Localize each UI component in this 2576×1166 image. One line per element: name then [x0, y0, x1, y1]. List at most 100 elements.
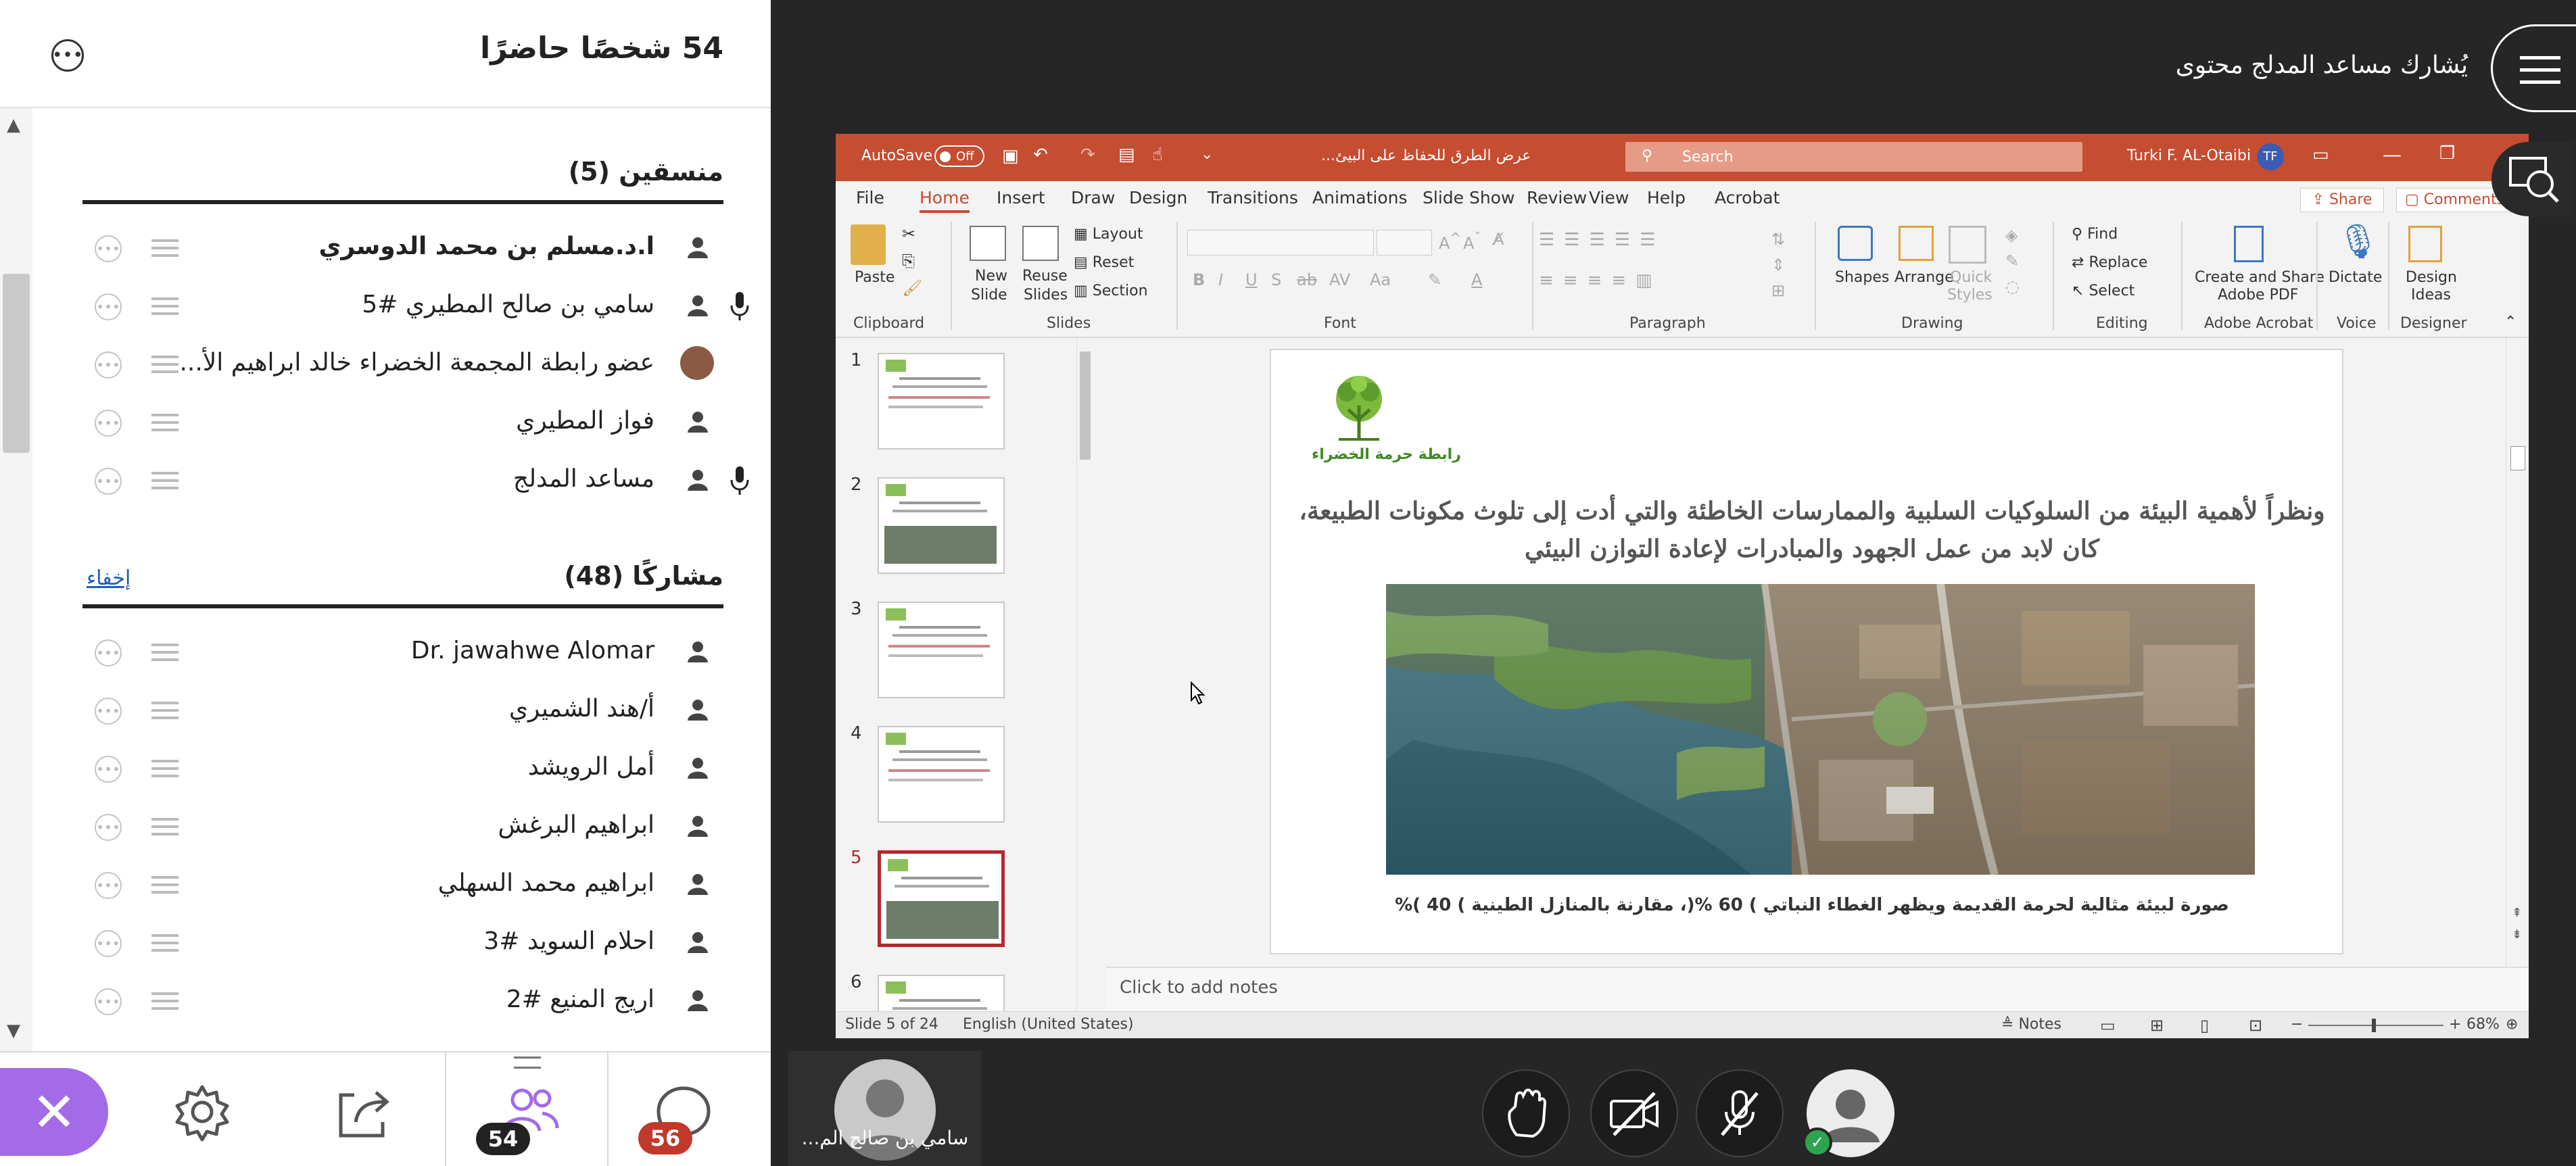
quick-styles-label-2[interactable]: Styles: [1947, 287, 1993, 303]
font-size-dropdown[interactable]: [1377, 230, 1432, 256]
attendee-options-icon[interactable]: •••: [95, 639, 122, 666]
attendee-menu-icon[interactable]: [151, 992, 178, 1010]
new-slide-label-2[interactable]: Slide: [971, 287, 1007, 303]
layout-button[interactable]: ▦ Layout: [1074, 226, 1143, 243]
panel-scrollbar[interactable]: [0, 108, 32, 1051]
strikethrough-icon[interactable]: ab: [1297, 270, 1317, 289]
redo-icon[interactable]: ↷: [1080, 145, 1095, 165]
scroll-down-arrow-icon[interactable]: ▼: [7, 1021, 20, 1041]
attendee-menu-icon[interactable]: [151, 702, 178, 719]
share-content-icon[interactable]: [334, 1082, 395, 1142]
attendee-menu-icon[interactable]: [151, 876, 178, 894]
touch-mode-icon[interactable]: ☝: [1152, 145, 1163, 165]
attendee-options-icon[interactable]: •••: [95, 235, 122, 262]
slideshow-view-icon[interactable]: ⊡: [2249, 1016, 2262, 1035]
text-direction-icon[interactable]: ⇅: [1771, 230, 1785, 249]
moderator-row[interactable]: ••• عضو رابطة المجمعة الخضراء خالد ابراهي…: [82, 337, 723, 391]
create-share-pdf-label[interactable]: Create and Share: [2195, 269, 2324, 286]
participant-row[interactable]: ••• أ/هند الشميري: [82, 683, 723, 737]
reuse-slides-icon[interactable]: [1022, 226, 1059, 261]
participant-row[interactable]: ••• Dr. jawahwe Alomar: [82, 625, 723, 679]
grow-font-icon[interactable]: A^: [1439, 230, 1461, 253]
attendee-options-icon[interactable]: •••: [95, 293, 122, 320]
undo-icon[interactable]: ↶: [1033, 145, 1048, 165]
slide-thumbnail[interactable]: [878, 477, 1005, 574]
shape-effects-icon[interactable]: ◌: [2005, 277, 2020, 296]
font-family-dropdown[interactable]: [1187, 230, 1374, 256]
present-icon[interactable]: ▤: [1118, 145, 1135, 165]
font-color-icon[interactable]: A: [1471, 270, 1482, 289]
autosave-toggle[interactable]: Off: [934, 145, 984, 167]
attendee-menu-icon[interactable]: [151, 414, 178, 431]
ribbon-tab-review[interactable]: Review: [1527, 188, 1587, 208]
design-ideas-label-2[interactable]: Ideas: [2411, 287, 2451, 303]
more-options-button[interactable]: •••: [51, 39, 84, 72]
ribbon-tab-file[interactable]: File: [856, 188, 884, 208]
char-spacing-icon[interactable]: AV: [1329, 270, 1350, 289]
attendee-menu-icon[interactable]: [151, 818, 178, 835]
zoom-in-icon[interactable]: +: [2449, 1016, 2461, 1033]
attendee-menu-icon[interactable]: [151, 239, 178, 257]
replace-button[interactable]: ⇄ Replace: [2072, 254, 2147, 271]
attendee-options-icon[interactable]: •••: [95, 872, 122, 899]
reset-button[interactable]: ▤ Reset: [1074, 254, 1134, 271]
find-button[interactable]: ⚲ Find: [2072, 226, 2118, 243]
user-avatar[interactable]: TF: [2257, 143, 2284, 170]
participant-row[interactable]: ••• اريج المنيع #2: [82, 973, 723, 1027]
participant-row[interactable]: ••• ابراهيم البرغش: [82, 799, 723, 853]
create-share-pdf-label-2[interactable]: Adobe PDF: [2218, 287, 2298, 303]
zoom-slider[interactable]: [2308, 1019, 2443, 1032]
copy-icon[interactable]: ⎘: [902, 251, 915, 270]
attendee-menu-icon[interactable]: [151, 356, 178, 373]
notes-placeholder[interactable]: Click to add notes: [1120, 977, 1278, 998]
reuse-slides-label[interactable]: Reuse: [1022, 268, 1068, 285]
attendee-menu-icon[interactable]: [151, 472, 178, 489]
moderator-row[interactable]: ••• ا.د.مسلم بن محمد الدوسري: [82, 220, 723, 274]
save-icon[interactable]: ▣: [1002, 146, 1019, 166]
ribbon-tab-design[interactable]: Design: [1129, 188, 1187, 208]
slide-scroll-thumb[interactable]: [2510, 446, 2525, 470]
moderator-row[interactable]: ••• سامي بن صالح المطيري #5: [82, 278, 749, 333]
participant-row[interactable]: ••• أمل الرويشد: [82, 741, 723, 795]
search-box[interactable]: ⚲ Search: [1625, 142, 2082, 172]
scroll-thumb[interactable]: [3, 274, 30, 453]
quick-styles-icon[interactable]: [1949, 226, 1986, 264]
reuse-slides-label-2[interactable]: Slides: [1024, 287, 1068, 303]
select-button[interactable]: ↖ Select: [2072, 283, 2134, 299]
hide-participants-link[interactable]: إخفاء: [87, 566, 130, 590]
thumbnails-scrollbar[interactable]: [1076, 338, 1093, 1011]
minimize-icon[interactable]: —: [2383, 143, 2402, 166]
bold-icon[interactable]: B: [1193, 270, 1205, 289]
dictate-microphone-icon[interactable]: 🎙: [2337, 222, 2379, 262]
alignment-icons[interactable]: ≡≡≡≡▥: [1539, 270, 1662, 291]
microphone-toggle-button[interactable]: [1696, 1069, 1784, 1157]
slide-thumbnail[interactable]: [878, 850, 1005, 947]
thumbnails-scroll-thumb[interactable]: [1080, 351, 1091, 460]
attendee-menu-icon[interactable]: [151, 643, 178, 661]
attendee-menu-icon[interactable]: [151, 297, 178, 315]
attendee-options-icon[interactable]: •••: [95, 930, 122, 957]
shape-fill-icon[interactable]: ◈: [2005, 226, 2018, 245]
clear-format-icon[interactable]: A̸: [1493, 230, 1504, 249]
paste-button[interactable]: Paste: [855, 269, 895, 286]
shapes-icon[interactable]: [1838, 226, 1873, 261]
magnifier-button[interactable]: [2491, 142, 2573, 216]
document-title[interactable]: عرض الطرق للحفاظ على البيئ...: [1321, 147, 1531, 164]
slide-thumbnail[interactable]: [878, 726, 1005, 823]
attendee-menu-icon[interactable]: [151, 934, 178, 952]
slide-sorter-icon[interactable]: ⊞: [2150, 1016, 2164, 1035]
ribbon-tab-view[interactable]: View: [1589, 188, 1629, 208]
attendee-options-icon[interactable]: •••: [95, 756, 122, 783]
current-slide[interactable]: رابطة حرمة الخضراء ونظراً لأهمية البيئة …: [1270, 349, 2343, 954]
slide-thumbnail[interactable]: [878, 602, 1005, 698]
language-status[interactable]: English (United States): [963, 1016, 1134, 1033]
section-button[interactable]: ▥ Section: [1074, 283, 1148, 299]
design-ideas-label[interactable]: Design: [2406, 269, 2457, 286]
close-panel-button[interactable]: ✕: [0, 1068, 108, 1156]
participant-video-tile[interactable]: سامي بن صالح الم...: [788, 1051, 981, 1166]
zoom-out-icon[interactable]: −: [2291, 1016, 2303, 1033]
create-pdf-icon[interactable]: [2234, 226, 2264, 262]
ribbon-display-options-icon[interactable]: ▭: [2312, 145, 2329, 165]
next-slide-icon[interactable]: ⇟: [2512, 927, 2522, 942]
reading-view-icon[interactable]: ▯: [2200, 1016, 2209, 1035]
